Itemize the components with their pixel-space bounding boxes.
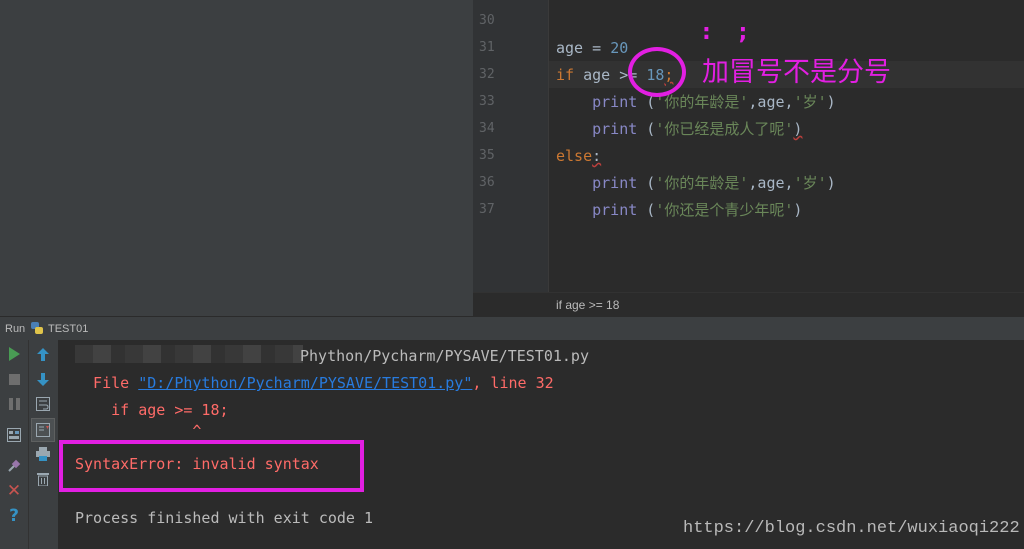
line-number: 35 xyxy=(479,148,495,163)
code-line-31[interactable]: age = 20 xyxy=(556,38,628,58)
run-toolbar-right xyxy=(29,340,59,549)
console-code-line: if age >= 18; xyxy=(75,401,229,419)
run-config-tab[interactable]: TEST01 xyxy=(48,323,88,335)
redacted-path xyxy=(75,345,303,363)
line-number: 34 xyxy=(479,121,495,136)
help-icon[interactable]: ? xyxy=(4,506,24,526)
watermark: https://blog.csdn.net/wuxiaoqi222 xyxy=(683,519,1020,538)
print-icon[interactable] xyxy=(33,444,53,464)
line-number: 31 xyxy=(479,40,495,55)
editor-gutter: 30 31 32 33 34 35 36 37 xyxy=(473,0,548,292)
line-number: 36 xyxy=(479,175,495,190)
close-icon[interactable]: ✕ xyxy=(4,481,24,501)
code-line-34[interactable]: print ('你已经是成人了呢') xyxy=(556,119,802,139)
annotation-symbols: : ; xyxy=(702,20,758,45)
breadcrumb[interactable]: if age >= 18 xyxy=(556,298,619,312)
project-panel xyxy=(0,0,473,316)
layout-icon[interactable] xyxy=(4,425,24,445)
annotation-text: 加冒号不是分号 xyxy=(702,57,891,88)
stop-icon[interactable] xyxy=(4,369,24,389)
up-arrow-icon[interactable] xyxy=(33,344,53,364)
run-label: Run xyxy=(5,323,26,335)
code-line-37[interactable]: print ('你还是个青少年呢') xyxy=(556,200,802,220)
pause-icon[interactable] xyxy=(4,394,24,414)
down-arrow-icon[interactable] xyxy=(33,369,53,389)
run-icon[interactable] xyxy=(4,344,24,364)
line-number: 37 xyxy=(479,202,495,217)
python-icon xyxy=(31,322,43,334)
breadcrumb-bar: if age >= 18 xyxy=(473,292,1024,317)
trash-icon[interactable] xyxy=(33,469,53,489)
line-number: 32 xyxy=(479,67,495,82)
pin-icon[interactable] xyxy=(4,456,24,476)
code-line-35[interactable]: else: xyxy=(556,146,601,166)
console-caret-line: ^ xyxy=(75,422,202,440)
console-path-line: Phython/Pycharm/PYSAVE/TEST01.py xyxy=(300,347,589,365)
process-finished-message: Process finished with exit code 1 xyxy=(75,509,374,527)
annotation-box xyxy=(59,440,364,492)
console-file-line: File "D:/Phython/Pycharm/PYSAVE/TEST01.p… xyxy=(75,374,554,392)
annotation-circle xyxy=(628,47,686,97)
run-toolbar-left: ✕ ? xyxy=(0,340,29,549)
soft-wrap-icon[interactable] xyxy=(33,394,53,414)
run-tool-window-header: Run TEST01 xyxy=(0,316,1024,341)
scroll-to-end-icon[interactable] xyxy=(31,418,55,442)
gutter-divider xyxy=(548,0,549,292)
line-number: 30 xyxy=(479,13,495,28)
code-line-36[interactable]: print ('你的年龄是',age,'岁') xyxy=(556,173,836,193)
file-link[interactable]: "D:/Phython/Pycharm/PYSAVE/TEST01.py" xyxy=(138,374,472,392)
code-line-33[interactable]: print ('你的年龄是',age,'岁') xyxy=(556,92,836,112)
line-number: 33 xyxy=(479,94,495,109)
